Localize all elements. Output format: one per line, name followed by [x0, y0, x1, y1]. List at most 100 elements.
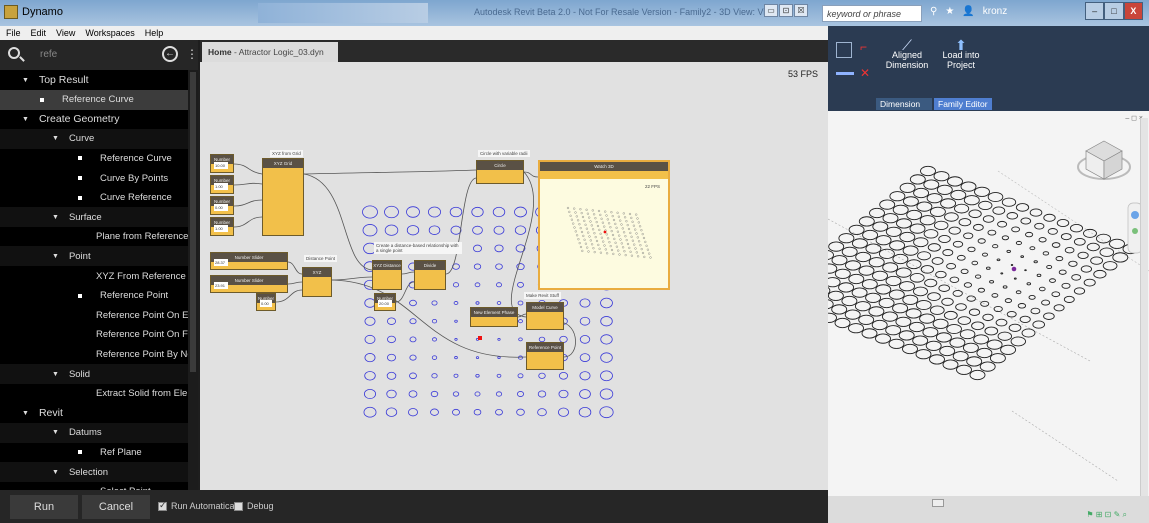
circle-node[interactable]: Circle	[476, 160, 524, 184]
xyz-grid-node[interactable]: XYZ Grid	[262, 158, 304, 236]
number-slider-node[interactable]: Number Slider 28.37	[210, 252, 288, 270]
aligned-dimension-button[interactable]: ⟋ Aligned Dimension	[880, 38, 934, 70]
xyz-distance-node[interactable]: XYZ Distance	[372, 260, 402, 290]
library-row-item[interactable]: Reference Point	[0, 286, 188, 306]
library-row-group[interactable]: ▼ Point	[0, 246, 188, 267]
revit-search-input[interactable]: keyword or phrase	[822, 5, 922, 22]
number-slider-node[interactable]: Number Slider 23.91	[210, 275, 288, 293]
expand-triangle-icon[interactable]: ▼	[52, 371, 59, 378]
number-node[interactable]: Number 20.00	[374, 293, 396, 311]
expand-triangle-icon[interactable]: ▼	[52, 469, 59, 476]
library-row-item[interactable]: Reference Curve	[0, 89, 188, 110]
debug-checkbox[interactable]	[234, 502, 243, 511]
library-row-item[interactable]: Plane from Reference Poin	[0, 227, 188, 247]
load-into-project-button[interactable]: ⬆ Load into Project	[934, 38, 988, 70]
user-icon[interactable]: 👤	[962, 6, 974, 17]
library-row-item[interactable]: Curve By Points	[0, 168, 188, 188]
node-value[interactable]: 0.00	[214, 204, 228, 211]
node-value[interactable]: 0.00	[260, 300, 272, 307]
pin-icon[interactable]: ⌐	[860, 40, 867, 54]
dimension-panel-label[interactable]: Dimension	[876, 98, 932, 110]
revit-view-scrollbar[interactable]	[1140, 118, 1148, 496]
run-automatically-checkbox[interactable]	[158, 500, 167, 511]
note-xyz-from-grid[interactable]: XYZ from Grid	[270, 150, 303, 157]
expand-triangle-icon[interactable]: ▼	[22, 410, 29, 417]
library-row-item[interactable]: Select Point	[0, 482, 188, 490]
delete-icon[interactable]: ✕	[860, 66, 870, 80]
revit-3d-view[interactable]: – ◻ ×	[828, 111, 1149, 496]
reference-point-node[interactable]: Reference Point	[526, 342, 564, 370]
close-button[interactable]: ☒	[794, 4, 808, 17]
star-icon[interactable]: ★	[945, 6, 954, 17]
back-arrow-icon[interactable]: ←	[162, 46, 178, 62]
menu-help[interactable]: Help	[145, 28, 164, 38]
library-row-item[interactable]: Reference Point On Face b	[0, 325, 188, 345]
revit-user-name[interactable]: kronz	[983, 6, 1007, 17]
library-row-item[interactable]: Ref Plane	[0, 442, 188, 462]
menu-view[interactable]: View	[56, 28, 75, 38]
library-row-group[interactable]: ▼ Selection	[0, 462, 188, 482]
library-search-input[interactable]: refe	[40, 49, 57, 60]
model-curve-node[interactable]: Model Curve	[526, 302, 564, 330]
number-node[interactable]: Number 0.00	[210, 196, 234, 215]
note-make-revit-stuff[interactable]: Make Revit Stuff	[524, 292, 561, 299]
number-node[interactable]: Number 10.00	[210, 154, 234, 173]
revit-minimize-button[interactable]: –	[1085, 2, 1105, 20]
library-row-item[interactable]: Reference Curve	[0, 148, 188, 168]
node-value[interactable]: 20.00	[378, 300, 392, 307]
library-row-cat[interactable]: ▼ Top Result	[0, 70, 188, 90]
menu-file[interactable]: File	[6, 28, 21, 38]
new-element-phase-node[interactable]: New Element Phase	[470, 307, 518, 327]
workspace-tab[interactable]: Home - Attractor Logic_03.dyn	[202, 42, 338, 62]
divide-node[interactable]: Divide	[414, 260, 446, 290]
library-row-group[interactable]: ▼ Surface	[0, 207, 188, 228]
slider-value[interactable]: 23.91	[214, 282, 228, 289]
minimize-button[interactable]: ▭	[764, 4, 778, 17]
note-circle-radii[interactable]: Circle with variable radii	[478, 150, 530, 157]
status-icons[interactable]: ⚑ ⊞ ⊡ ✎ ⌕	[1086, 510, 1127, 520]
node-value[interactable]: 10.00	[214, 162, 228, 169]
graph-canvas[interactable]: 53 FPS XYZ from Grid Circle with variabl…	[200, 62, 828, 490]
library-row-item[interactable]: Extract Solid from Element	[0, 384, 188, 404]
library-scroll-thumb[interactable]	[190, 72, 196, 372]
library-row-cat[interactable]: ▼ Revit	[0, 403, 188, 423]
maximize-button[interactable]: ⊡	[779, 4, 793, 17]
library-scrollbar[interactable]	[188, 70, 198, 490]
watch-preview[interactable]	[540, 188, 668, 288]
grid-tool-icon[interactable]	[836, 42, 852, 58]
library-row-group[interactable]: ▼ Solid	[0, 364, 188, 384]
library-row-cat[interactable]: ▼ Create Geometry	[0, 109, 188, 129]
note-distance-relationship[interactable]: Create a distance-based relationship wit…	[374, 242, 462, 254]
menu-workspaces[interactable]: Workspaces	[85, 28, 134, 38]
node-value[interactable]: 1.00	[214, 225, 228, 232]
node-value[interactable]: 1.00	[214, 183, 228, 190]
slider-value[interactable]: 28.37	[214, 259, 228, 266]
scroll-thumb[interactable]	[932, 499, 944, 507]
library-row-item[interactable]: XYZ From Reference Point	[0, 266, 188, 286]
expand-triangle-icon[interactable]: ▼	[52, 429, 59, 436]
number-node[interactable]: Number 1.00	[210, 217, 234, 236]
note-distance-point[interactable]: Distance Point	[304, 255, 338, 262]
revit-close-button[interactable]: X	[1123, 2, 1143, 20]
binoculars-icon[interactable]: ⚲	[930, 6, 937, 17]
library-row-group[interactable]: ▼ Datums	[0, 422, 188, 443]
library-row-group[interactable]: ▼ Curve	[0, 128, 188, 149]
expand-triangle-icon[interactable]: ▼	[52, 253, 59, 260]
expand-triangle-icon[interactable]: ▼	[52, 135, 59, 142]
expand-triangle-icon[interactable]: ▼	[22, 116, 29, 123]
number-node[interactable]: Number 0.00	[256, 293, 276, 311]
menu-edit[interactable]: Edit	[31, 28, 47, 38]
expand-triangle-icon[interactable]: ▼	[22, 77, 29, 84]
more-options-icon[interactable]: ⋮	[186, 46, 198, 62]
library-row-item[interactable]: Reference Point On Edge	[0, 305, 188, 325]
cancel-button[interactable]: Cancel	[82, 495, 150, 519]
xyz-node[interactable]: XYZ	[302, 267, 332, 297]
line-tool-icon[interactable]	[836, 72, 854, 75]
expand-triangle-icon[interactable]: ▼	[52, 214, 59, 221]
library-row-item[interactable]: Curve Reference	[0, 188, 188, 208]
library-row-item[interactable]: Reference Point By Norma	[0, 344, 188, 364]
run-button[interactable]: Run	[10, 495, 78, 519]
number-node[interactable]: Number 1.00	[210, 175, 234, 194]
revit-maximize-button[interactable]: □	[1104, 2, 1124, 20]
watch-3d-node[interactable]: Watch 3D 22 FPS	[538, 160, 670, 290]
